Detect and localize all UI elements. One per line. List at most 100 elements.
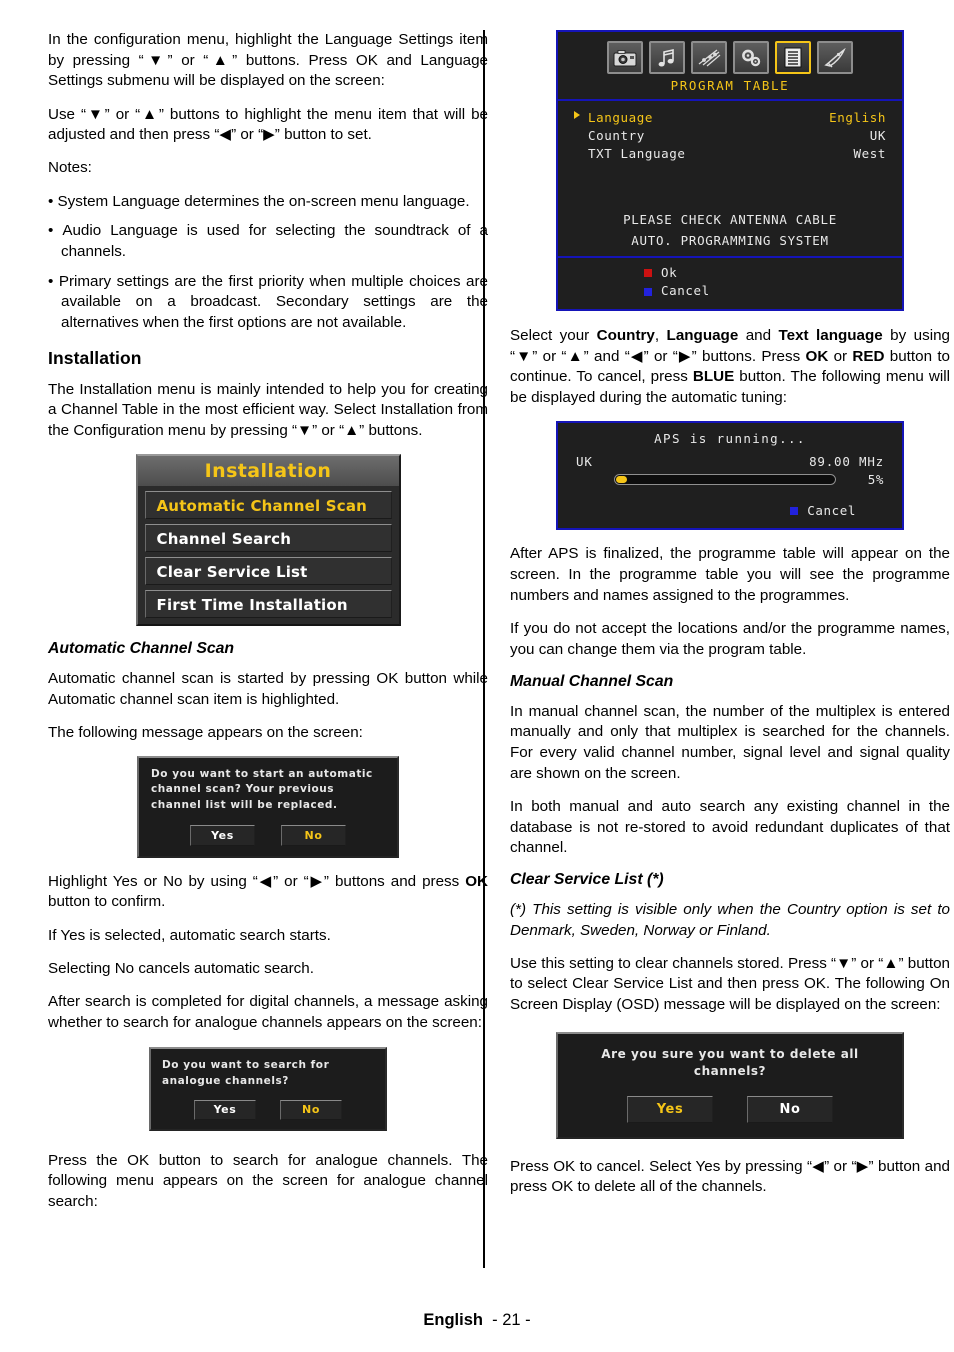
osd-key-ok[interactable]: Ok [644, 264, 902, 283]
row-value: West [853, 146, 886, 162]
bold-red: RED [852, 347, 885, 365]
paragraph-use-buttons: Use “▼” or “▲” buttons to highlight the … [48, 105, 488, 144]
footer-page-number: - 21 - [492, 1311, 531, 1329]
bold-language: Language [666, 327, 739, 345]
aps-progress-row: 5% [558, 469, 902, 487]
bold-text-language: Text language [778, 327, 883, 345]
menu-item-first-time-installation[interactable]: First Time Installation [144, 590, 392, 619]
osd-key-cancel[interactable]: Cancel [644, 282, 902, 301]
delete-channels-dialog-figure: Are you sure you want to delete all chan… [510, 1031, 950, 1139]
no-button[interactable]: No [281, 824, 346, 846]
heading-installation: Installation [48, 347, 142, 368]
paragraph-press-ok-analogue: Press the OK button to search for analog… [48, 1151, 488, 1211]
row-label: Language [588, 110, 654, 125]
paragraph-clear-service-usage: Use this setting to clear channels store… [510, 954, 950, 1014]
aps-progress-fill [616, 476, 627, 484]
note-item: • Audio Language is used for selecting t… [48, 222, 488, 260]
note-text: Primary settings are the first priority … [58, 272, 489, 331]
right-column: PROGRAM TABLE Language English Country U… [510, 30, 950, 1280]
blue-key-icon [644, 287, 652, 296]
yes-button[interactable]: Yes [190, 824, 255, 846]
osd-settings-body: Language English Country UK TXT Language… [558, 101, 902, 256]
left-column: In the configuration menu, highlight the… [48, 30, 488, 1280]
footer-language: English [423, 1311, 483, 1329]
tab-feature[interactable] [691, 41, 727, 74]
paragraph-following-message: The following message appears on the scr… [48, 723, 363, 741]
paragraph-clear-service-note: (*) This setting is visible only when th… [510, 901, 950, 940]
osd-row-country[interactable]: Country UK [574, 127, 886, 145]
txt-c: , [654, 327, 667, 345]
tab-program-table[interactable] [775, 41, 811, 74]
aps-cancel-key[interactable]: Cancel [558, 487, 902, 518]
aps-info-row: UK 89.00 MHz [558, 454, 902, 469]
yes-button[interactable]: Yes [194, 1099, 256, 1120]
paragraph-auto-scan-start: Automatic channel scan is started by pre… [48, 670, 488, 708]
paragraph-no-duplicates: In both manual and auto search any exist… [510, 797, 950, 857]
install-rocket-icon [823, 47, 847, 68]
feature-sliders-icon [697, 48, 721, 68]
menu-item-channel-search[interactable]: Channel Search [144, 524, 392, 553]
row-value: UK [869, 128, 886, 144]
note-item: • Primary settings are the first priorit… [48, 272, 489, 331]
aps-title: APS is running... [654, 431, 806, 447]
no-button[interactable]: No [747, 1095, 833, 1123]
note-text: System Language determines the on-screen… [57, 192, 470, 210]
page-footer: English - 21 - [0, 1311, 954, 1330]
auto-scan-dialog-figure: Do you want to start an automatic channe… [48, 756, 488, 858]
selection-caret-icon [574, 111, 580, 119]
tab-picture[interactable] [607, 41, 643, 74]
heading-automatic-channel-scan: Automatic Channel Scan [48, 640, 235, 658]
paragraph-after-aps: After APS is finalized, the programme ta… [510, 545, 950, 604]
analogue-search-dialog: Do you want to search for analogue chann… [149, 1047, 387, 1131]
aps-country: UK [576, 454, 593, 470]
osd-notice-line-2: AUTO. PROGRAMMING SYSTEM [631, 232, 829, 248]
menu-item-clear-service-list[interactable]: Clear Service List [144, 557, 392, 586]
txt-f: or [828, 347, 853, 365]
osd-row-txt-language[interactable]: TXT Language West [574, 145, 886, 163]
delete-channels-dialog: Are you sure you want to delete all chan… [556, 1031, 904, 1139]
dialog-message: Do you want to start an automatic channe… [151, 768, 373, 811]
row-value: English [829, 110, 886, 125]
paragraph-no-cancels: Selecting No cancels automatic search. [48, 959, 314, 977]
txt-d: and [738, 327, 779, 345]
tab-sound[interactable] [649, 41, 685, 74]
aps-progress-percent: 5% [867, 472, 884, 488]
osd-active-tab-label: PROGRAM TABLE [670, 78, 790, 93]
aps-running-figure: APS is running... UK 89.00 MHz 5% Cancel [510, 421, 950, 531]
paragraph-highlight-yes-no: Highlight Yes or No by using “◀” or “▶” … [48, 872, 488, 913]
key-label: Cancel [661, 283, 710, 299]
aps-running-osd: APS is running... UK 89.00 MHz 5% Cancel [556, 421, 904, 531]
bold-country: Country [596, 327, 655, 345]
text-post: button to confirm. [48, 893, 166, 911]
osd-key-legend: Ok Cancel [558, 258, 902, 310]
paragraph-manual-scan: In manual channel scan, the number of th… [510, 702, 950, 782]
bold-ok: OK [805, 347, 829, 365]
osd-tab-bar [558, 32, 902, 76]
program-table-figure: PROGRAM TABLE Language English Country U… [510, 30, 950, 312]
analogue-dialog-figure: Do you want to search for analogue chann… [48, 1047, 488, 1131]
note-item: • System Language determines the on-scre… [48, 192, 470, 210]
paragraph-config-menu: In the configuration menu, highlight the… [48, 31, 488, 90]
dialog-message: Are you sure you want to delete all chan… [601, 1046, 859, 1079]
music-note-icon [656, 48, 678, 68]
installation-osd-menu: Installation Automatic Channel Scan Chan… [135, 454, 401, 627]
manual-page: In the configuration menu, highlight the… [0, 0, 954, 1352]
dialog-button-row: Yes No [572, 1095, 888, 1123]
no-button[interactable]: No [280, 1099, 342, 1120]
aps-progress-bar [614, 474, 836, 486]
key-label: Ok [661, 264, 678, 280]
row-label: TXT Language [588, 146, 686, 162]
heading-clear-service-list: Clear Service List (*) [510, 871, 664, 889]
bold-blue: BLUE [692, 368, 735, 386]
row-label: Country [588, 128, 645, 144]
osd-row-language[interactable]: Language English [574, 109, 886, 127]
key-label: Cancel [807, 503, 856, 519]
tab-install[interactable] [817, 41, 853, 74]
tab-configuration[interactable] [733, 41, 769, 74]
menu-item-automatic-channel-scan[interactable]: Automatic Channel Scan [144, 491, 392, 520]
yes-button[interactable]: Yes [627, 1095, 713, 1123]
red-key-icon [644, 269, 652, 277]
paragraph-after-digital-search: After search is completed for digital ch… [48, 992, 488, 1031]
bold-ok: OK [465, 872, 488, 890]
paragraph-press-ok-cancel: Press OK to cancel. Select Yes by pressi… [510, 1157, 950, 1196]
